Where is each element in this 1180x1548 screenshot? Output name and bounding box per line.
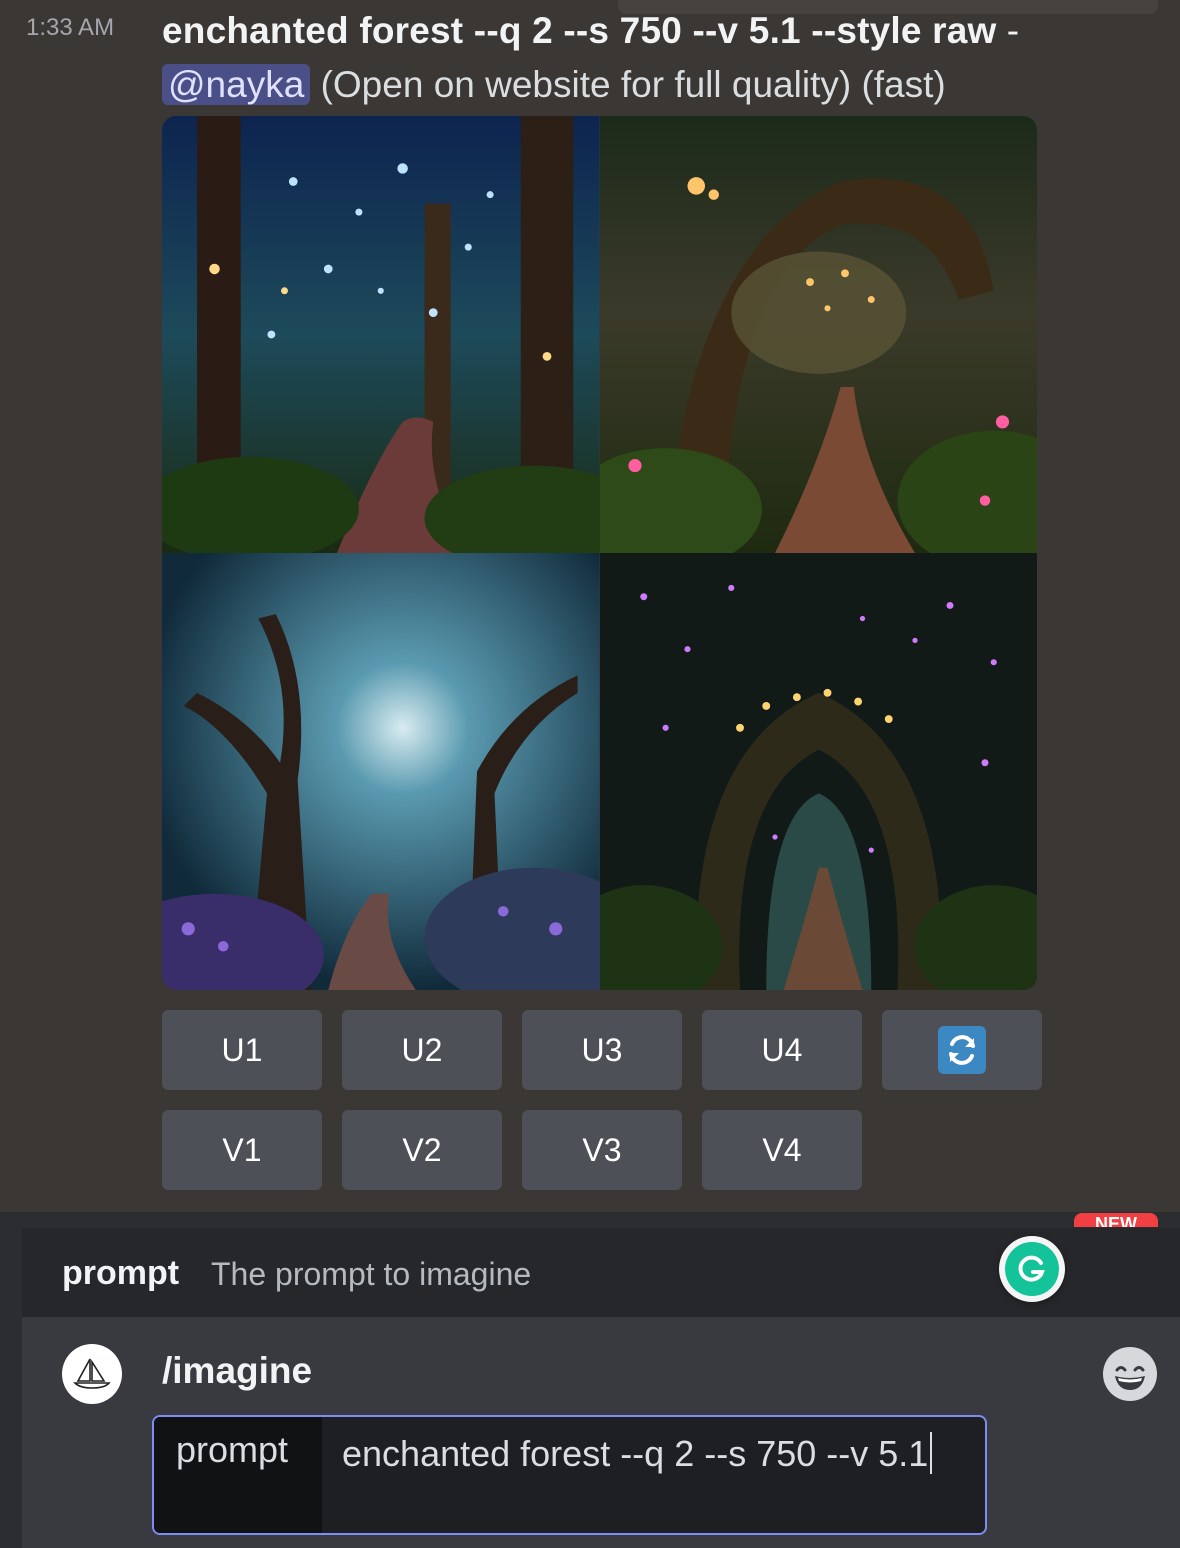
- v3-button[interactable]: V3: [522, 1110, 682, 1190]
- message-prompt-text: enchanted forest --q 2 --s 750 --v 5.1 -…: [162, 10, 997, 51]
- message-separator: -: [996, 10, 1020, 51]
- u3-button[interactable]: U3: [522, 1010, 682, 1090]
- option-value: enchanted forest --q 2 --s 750 --v 5.1: [342, 1433, 929, 1474]
- variation-button-row: V1 V2 V3 V4: [162, 1110, 862, 1190]
- midjourney-boat-icon: [62, 1344, 122, 1404]
- hint-option-description: The prompt to imagine: [211, 1256, 532, 1292]
- slash-command: /imagine: [162, 1350, 313, 1391]
- v2-button[interactable]: V2: [342, 1110, 502, 1190]
- option-value-text[interactable]: enchanted forest --q 2 --s 750 --v 5.1: [342, 1427, 962, 1481]
- upscale-button-row: U1 U2 U3 U4: [162, 1010, 1042, 1090]
- message-line-2: @nayka (Open on website for full quality…: [162, 58, 1152, 112]
- refresh-icon: [938, 1026, 986, 1074]
- user-mention[interactable]: @nayka: [162, 64, 311, 105]
- u2-button[interactable]: U2: [342, 1010, 502, 1090]
- option-label: prompt: [154, 1417, 322, 1533]
- grammarly-icon[interactable]: [999, 1236, 1065, 1302]
- grid-image-4[interactable]: [599, 553, 1037, 990]
- grid-image-1[interactable]: [162, 116, 600, 553]
- message-timestamp: 1:33 AM: [26, 14, 115, 41]
- grid-image-3[interactable]: [162, 553, 600, 990]
- new-badge[interactable]: NEW: [1074, 1213, 1158, 1227]
- u4-button[interactable]: U4: [702, 1010, 862, 1090]
- grid-image-2[interactable]: [599, 116, 1037, 553]
- reroll-button[interactable]: [882, 1010, 1042, 1090]
- text-caret: [930, 1432, 933, 1474]
- emoji-grin-icon[interactable]: [1102, 1346, 1158, 1402]
- v1-button[interactable]: V1: [162, 1110, 322, 1190]
- v4-button[interactable]: V4: [702, 1110, 862, 1190]
- message-meta: (Open on website for full quality) (fast…: [320, 64, 946, 105]
- u1-button[interactable]: U1: [162, 1010, 322, 1090]
- image-grid[interactable]: [162, 116, 1037, 990]
- hint-option-name: prompt: [62, 1254, 180, 1292]
- bot-message: enchanted forest --q 2 --s 750 --v 5.1 -…: [162, 4, 1152, 112]
- prompt-option-input[interactable]: prompt enchanted forest --q 2 --s 750 --…: [152, 1415, 987, 1535]
- message-line-1: enchanted forest --q 2 --s 750 --v 5.1 -…: [162, 4, 1152, 58]
